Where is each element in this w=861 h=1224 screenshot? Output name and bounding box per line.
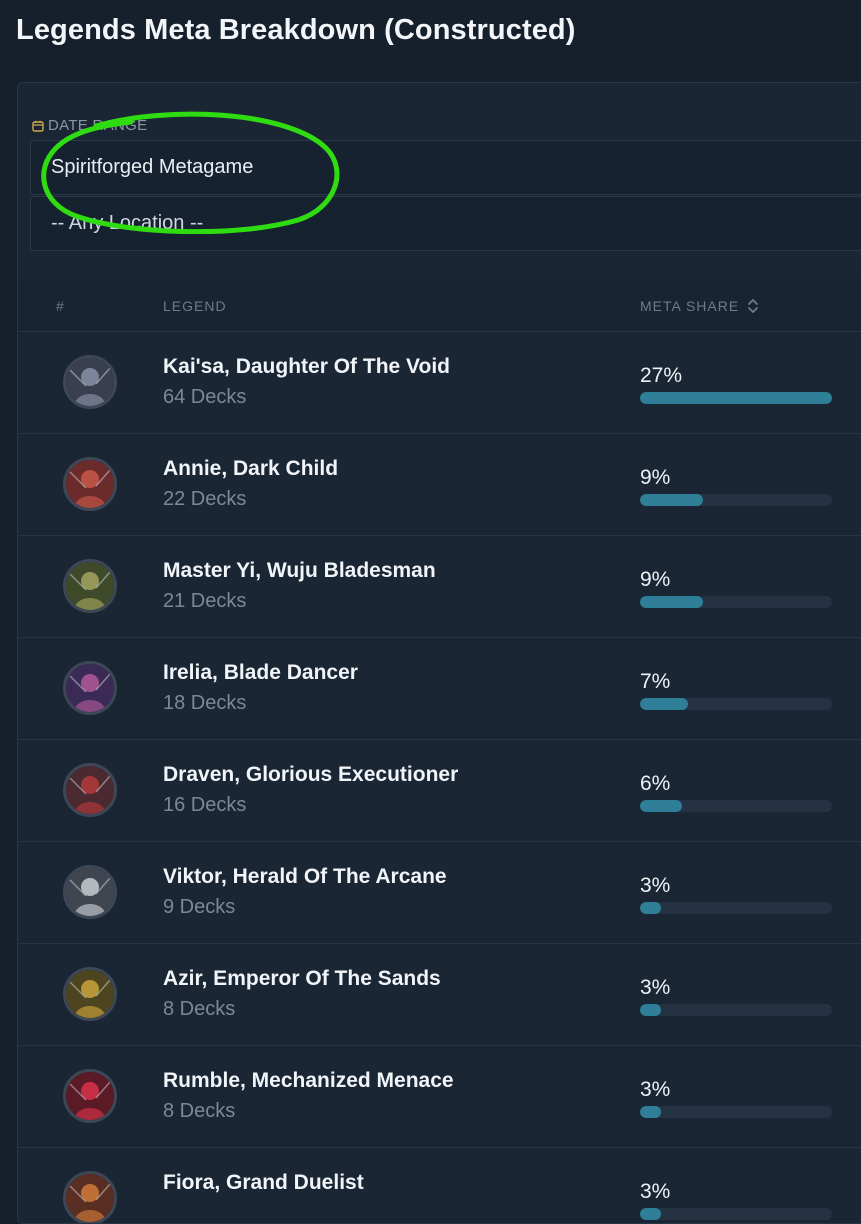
legend-avatar [63, 457, 117, 511]
date-range-select[interactable]: Spiritforged Metagame [30, 140, 861, 195]
meta-share-value: 3% [640, 1078, 671, 1101]
table-row[interactable]: Kai'sa, Daughter Of The Void 64 Decks 27… [18, 332, 861, 434]
legend-deck-count: 8 Decks [163, 998, 236, 1020]
meta-share-bar-fill [640, 392, 832, 404]
legend-avatar [63, 763, 117, 817]
meta-share-bar-fill [640, 494, 704, 506]
legend-deck-count: 64 Decks [163, 386, 247, 408]
page-title: Legends Meta Breakdown (Constructed) [16, 14, 576, 46]
meta-share-bar [640, 494, 832, 506]
sort-icon[interactable] [747, 298, 759, 314]
location-select[interactable]: -- Any Location -- [30, 196, 861, 251]
calendar-icon [32, 120, 44, 132]
table-row[interactable]: Rumble, Mechanized Menace 8 Decks 3% [18, 1046, 861, 1148]
legend-avatar [63, 661, 117, 715]
legend-portrait-icon [66, 1072, 114, 1120]
legend-portrait-icon [66, 358, 114, 406]
legend-avatar [63, 559, 117, 613]
legend-deck-count: 9 Decks [163, 896, 236, 918]
legend-name[interactable]: Rumble, Mechanized Menace [163, 1069, 454, 1093]
meta-share-bar-fill [640, 698, 688, 710]
legend-avatar [63, 865, 117, 919]
meta-share-value: 9% [640, 466, 671, 489]
legend-portrait-icon [66, 868, 114, 916]
legend-name[interactable]: Fiora, Grand Duelist [163, 1171, 364, 1195]
legend-deck-count: 16 Decks [163, 794, 247, 816]
table-row[interactable]: Fiora, Grand Duelist 3% [18, 1148, 861, 1223]
legend-portrait-icon [66, 562, 114, 610]
table-row[interactable]: Irelia, Blade Dancer 18 Decks 7% [18, 638, 861, 740]
legend-portrait-icon [66, 664, 114, 712]
table-body: Kai'sa, Daughter Of The Void 64 Decks 27… [18, 332, 861, 1223]
meta-share-value: 27% [640, 364, 683, 387]
legend-deck-count: 18 Decks [163, 692, 247, 714]
legend-avatar [63, 1069, 117, 1123]
meta-share-bar [640, 1208, 832, 1220]
table-row[interactable]: Annie, Dark Child 22 Decks 9% [18, 434, 861, 536]
meta-share-bar [640, 596, 832, 608]
legend-name[interactable]: Draven, Glorious Executioner [163, 763, 458, 787]
legends-table: # LEGEND META SHARE Kai'sa, Daughter Of … [18, 279, 861, 1223]
meta-share-value: 3% [640, 1180, 671, 1203]
date-range-label: DATE RANGE [32, 117, 147, 134]
meta-share-bar-fill [640, 1208, 662, 1220]
legend-name[interactable]: Viktor, Herald Of The Arcane [163, 865, 447, 889]
column-header-legend: LEGEND [163, 298, 227, 314]
meta-share-header-label: META SHARE [640, 298, 740, 314]
table-row[interactable]: Viktor, Herald Of The Arcane 9 Decks 3% [18, 842, 861, 944]
location-value: -- Any Location -- [51, 212, 204, 234]
column-header-rank: # [56, 298, 65, 314]
meta-share-value: 7% [640, 670, 671, 693]
meta-share-bar [640, 902, 832, 914]
meta-share-bar-fill [640, 1106, 662, 1118]
meta-share-bar [640, 698, 832, 710]
table-row[interactable]: Master Yi, Wuju Bladesman 21 Decks 9% [18, 536, 861, 638]
meta-share-bar [640, 1106, 832, 1118]
legend-avatar [63, 1171, 117, 1223]
legend-deck-count: 22 Decks [163, 488, 247, 510]
meta-share-value: 6% [640, 772, 671, 795]
legend-name[interactable]: Master Yi, Wuju Bladesman [163, 559, 436, 583]
legend-deck-count: 21 Decks [163, 590, 247, 612]
legend-portrait-icon [66, 970, 114, 1018]
meta-share-value: 9% [640, 568, 671, 591]
legend-portrait-icon [66, 766, 114, 814]
legend-name[interactable]: Azir, Emperor Of The Sands [163, 967, 441, 991]
table-row[interactable]: Draven, Glorious Executioner 16 Decks 6% [18, 740, 861, 842]
legend-portrait-icon [66, 460, 114, 508]
meta-share-value: 3% [640, 976, 671, 999]
legend-name[interactable]: Annie, Dark Child [163, 457, 338, 481]
meta-share-value: 3% [640, 874, 671, 897]
legend-avatar [63, 355, 117, 409]
meta-panel: DATE RANGE Spiritforged Metagame -- Any … [17, 82, 861, 1224]
legend-name[interactable]: Irelia, Blade Dancer [163, 661, 358, 685]
meta-share-bar-fill [640, 800, 683, 812]
legend-name[interactable]: Kai'sa, Daughter Of The Void [163, 355, 450, 379]
meta-share-bar [640, 800, 832, 812]
legend-portrait-icon [66, 1174, 114, 1222]
meta-share-bar-fill [640, 596, 704, 608]
meta-share-bar-fill [640, 1004, 662, 1016]
column-header-meta-share[interactable]: META SHARE [640, 298, 759, 314]
date-range-label-text: DATE RANGE [48, 117, 148, 134]
table-header: # LEGEND META SHARE [18, 279, 861, 332]
meta-share-bar [640, 1004, 832, 1016]
legend-avatar [63, 967, 117, 1021]
table-row[interactable]: Azir, Emperor Of The Sands 8 Decks 3% [18, 944, 861, 1046]
meta-share-bar-fill [640, 902, 662, 914]
date-range-value: Spiritforged Metagame [51, 156, 254, 178]
meta-share-bar [640, 392, 832, 404]
legend-deck-count: 8 Decks [163, 1100, 236, 1122]
